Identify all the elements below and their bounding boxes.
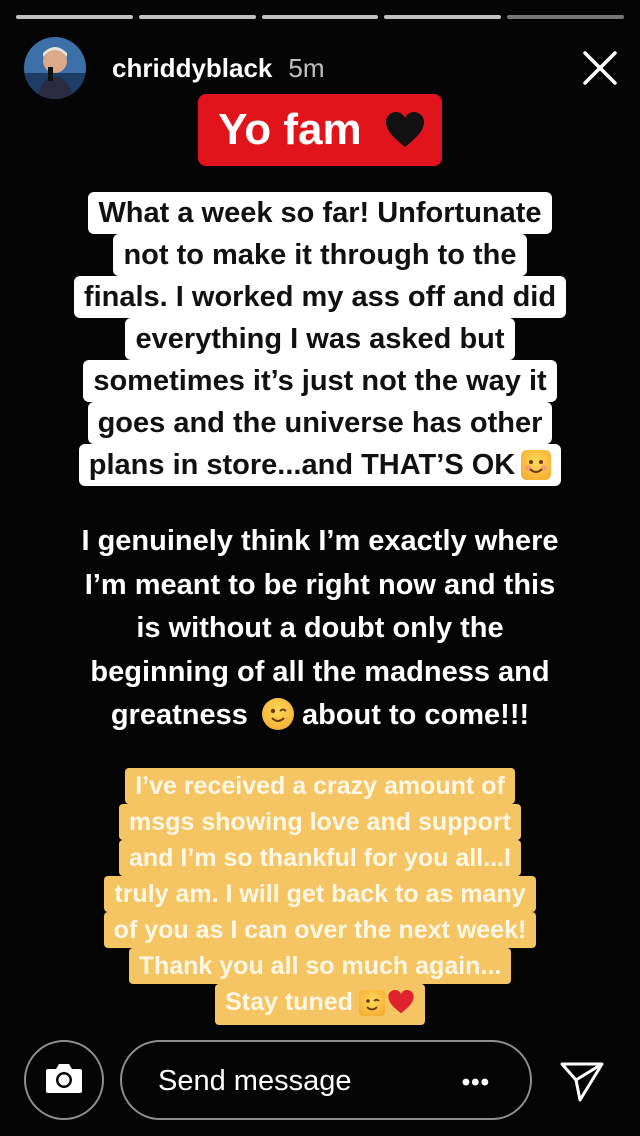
progress-segment: [384, 15, 502, 19]
story-text-fragment: about to come!!!: [301, 699, 530, 731]
progress-segment: [16, 15, 133, 19]
story-text-line: finals. I worked my ass off and did: [73, 276, 567, 318]
black-heart-emoji: [384, 99, 426, 147]
progress-segment-current: [507, 15, 624, 19]
winking-face-emoji: [358, 990, 385, 1016]
headline-text: Yo fam: [218, 105, 362, 154]
story-text-line: I’ve received a crazy amount of: [125, 768, 515, 804]
smiling-face-emoji: [521, 450, 552, 480]
more-options-icon[interactable]: •••: [462, 1069, 490, 1097]
avatar[interactable]: [24, 37, 86, 99]
headline-sticker: Yo fam: [0, 94, 640, 166]
story-text-line: I’m meant to be right now and this: [84, 568, 556, 601]
story-text-line: sometimes it’s just not the way it: [83, 360, 557, 402]
story-progress-bar: [16, 15, 624, 19]
close-icon[interactable]: [582, 50, 618, 86]
white-text-block: What a week so far! Unfortunate not to m…: [0, 192, 640, 486]
yellow-text-block: I’ve received a crazy amount of msgs sho…: [0, 768, 640, 1025]
camera-button[interactable]: [24, 1040, 104, 1120]
send-message-input[interactable]: [156, 1042, 440, 1120]
story-text-line: everything I was asked but: [125, 318, 515, 360]
story-text-fragment: greatness: [110, 699, 248, 731]
story-header: chriddyblack 5m: [24, 37, 620, 99]
send-message-field[interactable]: •••: [120, 1040, 532, 1120]
story-text-line: msgs showing love and support: [119, 804, 521, 840]
progress-segment: [138, 15, 256, 19]
camera-icon: [44, 1061, 84, 1100]
story-text-line: truly am. I will get back to as many: [104, 876, 536, 912]
winking-face-emoji: [261, 698, 294, 730]
story-text-line: is without a doubt only the: [136, 612, 504, 644]
story-text-line: and I’m so thankful for you all...I: [119, 840, 521, 876]
story-text-line-last: Stay tuned: [215, 984, 425, 1025]
plain-text-block: I genuinely think I’m exactly where I’m …: [0, 520, 640, 738]
story-text-line: goes and the universe has other: [87, 402, 553, 444]
story-timestamp: 5m: [288, 52, 325, 83]
story-text-line: of you as I can over the next week!: [103, 912, 537, 948]
story-text-line: What a week so far! Unfortunate: [88, 192, 552, 234]
direct-send-icon[interactable]: [558, 1056, 606, 1104]
story-text-line-last: plans in store...and THAT’S OK: [78, 444, 562, 486]
red-heart-emoji: [387, 989, 415, 1025]
username[interactable]: chriddyblack: [112, 53, 272, 84]
progress-segment: [261, 15, 379, 19]
story-text-line: I genuinely think I’m exactly where: [81, 525, 559, 557]
story-text-line: not to make it through to the: [113, 234, 527, 276]
story-text-line: Thank you all so much again...: [128, 948, 512, 984]
story-footer: •••: [24, 1040, 620, 1120]
story-text-line: beginning of all the madness and: [90, 655, 550, 688]
